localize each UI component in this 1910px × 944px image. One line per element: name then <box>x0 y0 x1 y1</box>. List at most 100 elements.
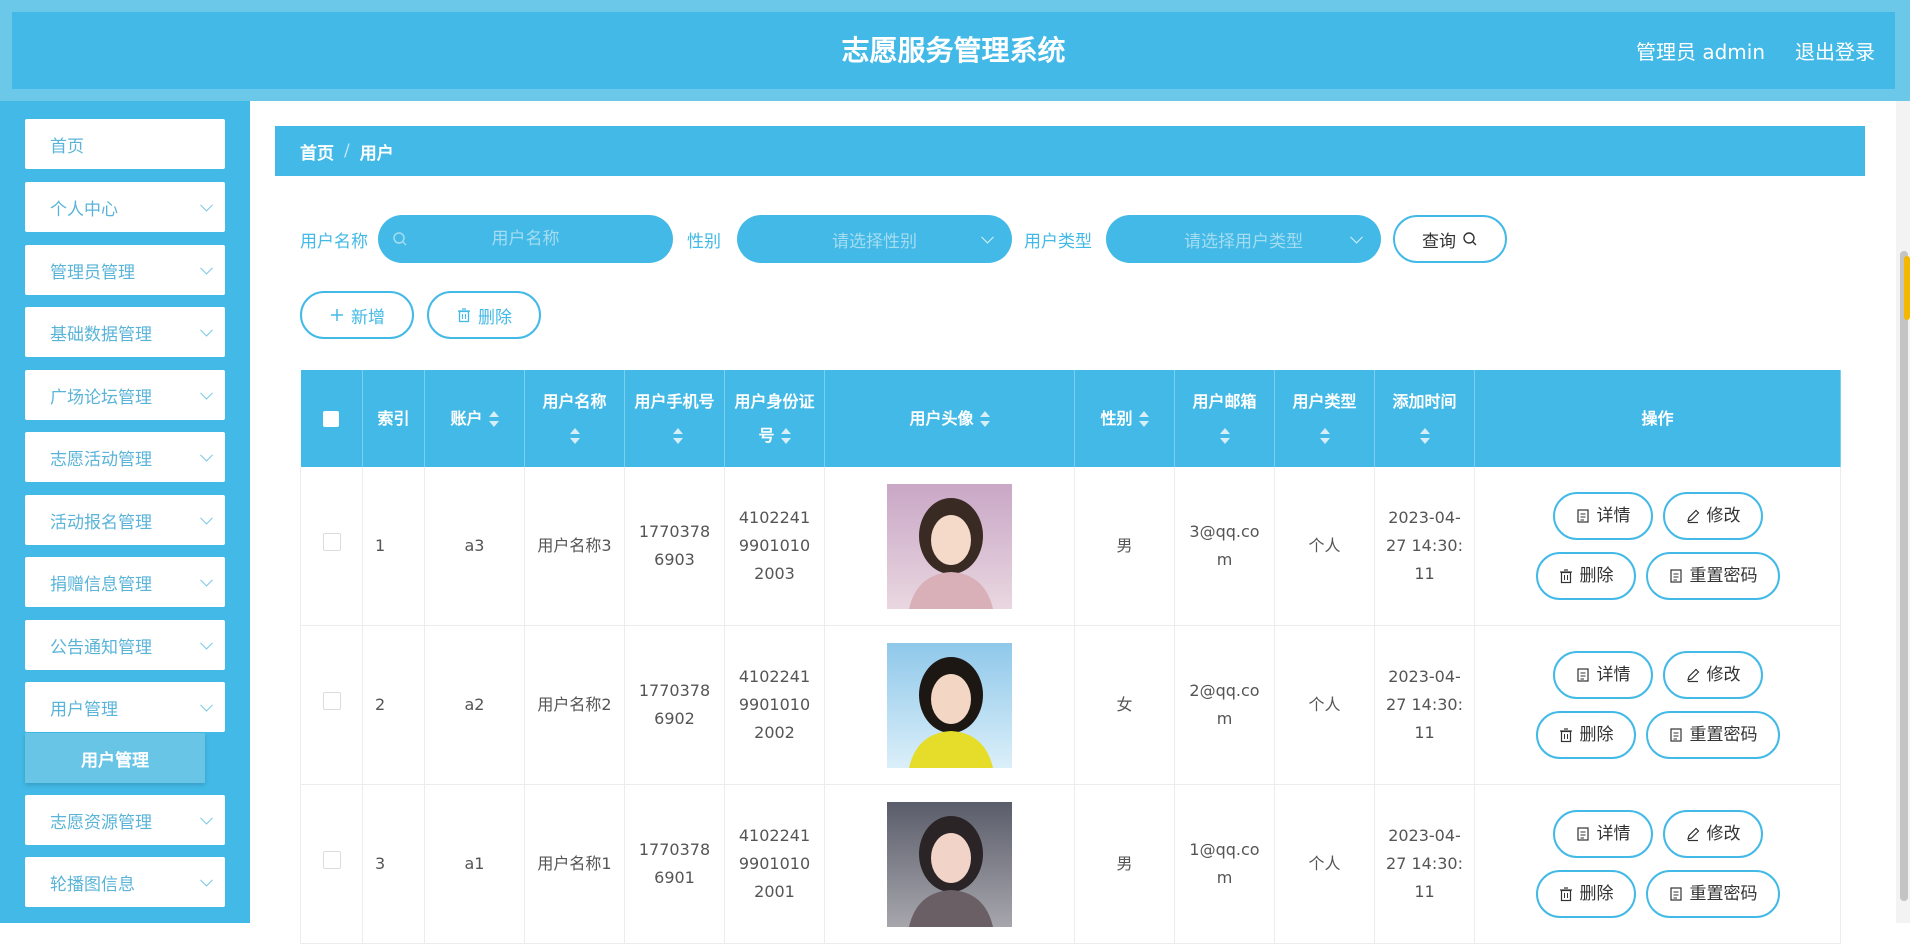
sidebar-item-label: 管理员管理 <box>50 262 135 283</box>
sidebar-item-basic-data[interactable]: 基础数据管理 <box>25 307 225 357</box>
sidebar-item-home[interactable]: 首页 <box>25 119 225 169</box>
cell-phone: 17703786902 <box>624 625 725 785</box>
sort-icon[interactable] <box>672 428 683 444</box>
detail-button[interactable]: 详情 <box>1552 810 1653 858</box>
cell-account: a1 <box>424 784 525 944</box>
sidebar-item-donation[interactable]: 捐赠信息管理 <box>25 557 225 607</box>
column-header-label: 用户头像 <box>909 408 974 428</box>
detail-button[interactable]: 详情 <box>1552 492 1653 540</box>
scrollbar-thumb[interactable] <box>1900 251 1908 901</box>
sidebar-subitem-user-management[interactable]: 用户管理 <box>25 733 205 783</box>
delete-button[interactable]: 删除 <box>1535 870 1636 918</box>
cell-avatar <box>824 467 1075 626</box>
gender-label: 性别 <box>687 231 721 252</box>
query-button[interactable]: 查询 <box>1393 215 1507 263</box>
delete-button-label: 删除 <box>1579 566 1614 586</box>
username-label: 用户名称 <box>300 231 368 252</box>
column-idcard[interactable]: 用户身份证号 <box>724 370 825 467</box>
breadcrumb: 首页 / 用户 <box>275 126 1865 176</box>
reset-password-button[interactable]: 重置密码 <box>1645 870 1780 918</box>
sidebar-item-resource[interactable]: 志愿资源管理 <box>25 795 225 845</box>
query-button-label: 查询 <box>1422 231 1456 252</box>
cell-gender: 女 <box>1074 625 1175 785</box>
sidebar-item-label: 轮播图信息 <box>50 874 135 895</box>
document-icon <box>1576 827 1589 841</box>
sort-icon[interactable] <box>488 411 499 427</box>
column-gender[interactable]: 性别 <box>1074 370 1175 467</box>
row-select-cell <box>300 625 363 785</box>
column-phone[interactable]: 用户手机号 <box>624 370 725 467</box>
cell-email: 1@qq.com <box>1174 784 1275 944</box>
sort-icon[interactable] <box>1319 428 1330 444</box>
sort-icon[interactable] <box>979 411 990 427</box>
cell-account: a2 <box>424 625 525 785</box>
column-created-time[interactable]: 添加时间 <box>1374 370 1475 467</box>
edit-button-label: 修改 <box>1706 665 1741 685</box>
reset-password-button[interactable]: 重置密码 <box>1645 552 1780 600</box>
detail-button[interactable]: 详情 <box>1552 651 1653 699</box>
user-type-select[interactable]: 请选择用户类型 <box>1106 215 1381 263</box>
edit-button[interactable]: 修改 <box>1662 492 1763 540</box>
username-input[interactable] <box>378 214 673 264</box>
row-checkbox[interactable] <box>322 851 341 869</box>
sidebar-item-registration[interactable]: 活动报名管理 <box>25 495 225 545</box>
sidebar-item-label: 用户管理 <box>50 699 118 720</box>
sidebar-item-label: 志愿资源管理 <box>50 812 152 833</box>
column-header-label: 用户身份证号 <box>734 391 815 445</box>
breadcrumb-current: 用户 <box>359 143 394 164</box>
document-icon <box>1576 668 1589 682</box>
reset-password-button[interactable]: 重置密码 <box>1645 711 1780 759</box>
sidebar-item-forum[interactable]: 广场论坛管理 <box>25 370 225 420</box>
cell-actions: 详情 修改 删除 重置密码 <box>1474 784 1841 944</box>
page-scrollbar[interactable] <box>1896 101 1910 923</box>
sidebar-item-carousel[interactable]: 轮播图信息 <box>25 857 225 907</box>
table-row: 1 a3 用户名称3 17703786903 410224199010102003 男 3@… <box>300 467 1841 626</box>
cell-actions: 详情 修改删除 重置密码 <box>1474 467 1841 626</box>
sidebar-item-user-management[interactable]: 用户管理 <box>25 682 225 732</box>
sort-icon[interactable] <box>1138 411 1149 427</box>
sidebar-item-notice[interactable]: 公告通知管理 <box>25 620 225 670</box>
top-header: 志愿服务管理系统 管理员 admin 退出登录 <box>0 0 1910 101</box>
sort-icon[interactable] <box>569 428 580 444</box>
column-account[interactable]: 账户 <box>424 370 525 467</box>
header-bar: 志愿服务管理系统 管理员 admin 退出登录 <box>12 12 1895 89</box>
delete-button[interactable]: 删除 <box>1535 552 1636 600</box>
add-button[interactable]: 新增 <box>300 291 414 339</box>
sidebar-item-personal-center[interactable]: 个人中心 <box>25 182 225 232</box>
search-bar: 用户名称 性别 请选择性别 用户类型 请选择用户类型 查询 <box>300 214 1507 264</box>
edit-button[interactable]: 修改 <box>1662 810 1763 858</box>
delete-button[interactable]: 删除 <box>1535 711 1636 759</box>
edit-button[interactable]: 修改 <box>1662 651 1763 699</box>
column-avatar[interactable]: 用户头像 <box>824 370 1075 467</box>
sidebar-item-admin-management[interactable]: 管理员管理 <box>25 245 225 295</box>
table-row: 3 a1 用户名称1 17703786901 410224199010102001 男 1@… <box>300 784 1841 944</box>
gender-select[interactable]: 请选择性别 <box>737 215 1012 263</box>
column-header-label: 账户 <box>450 408 483 428</box>
sort-icon[interactable] <box>1419 428 1430 444</box>
plus-icon <box>331 309 343 321</box>
sort-icon[interactable] <box>1219 428 1230 444</box>
cell-index: 1 <box>362 467 425 626</box>
column-user-type[interactable]: 用户类型 <box>1274 370 1375 467</box>
breadcrumb-home[interactable]: 首页 <box>300 139 334 164</box>
sidebar-item-label: 基础数据管理 <box>50 324 152 345</box>
batch-delete-button[interactable]: 删除 <box>427 291 541 339</box>
column-username[interactable]: 用户名称 <box>524 370 625 467</box>
column-email[interactable]: 用户邮箱 <box>1174 370 1275 467</box>
trash-icon <box>1559 887 1572 902</box>
user-type-select-placeholder: 请选择用户类型 <box>1184 231 1303 252</box>
search-icon <box>1463 232 1477 246</box>
sidebar-item-label: 志愿活动管理 <box>50 449 152 470</box>
logout-button[interactable]: 退出登录 <box>1795 36 1875 65</box>
column-header-label: 添加时间 <box>1392 391 1457 411</box>
username-search-field[interactable] <box>378 214 673 264</box>
add-button-label: 新增 <box>351 307 385 328</box>
avatar <box>887 801 1012 927</box>
select-all-checkbox[interactable] <box>323 411 340 427</box>
row-checkbox[interactable] <box>322 692 341 710</box>
row-checkbox[interactable] <box>322 533 341 551</box>
sidebar-item-activity[interactable]: 志愿活动管理 <box>25 432 225 482</box>
cell-username: 用户名称1 <box>524 784 625 944</box>
cell-idcard: 410224199010102003 <box>724 467 825 626</box>
sort-icon[interactable] <box>780 428 791 444</box>
